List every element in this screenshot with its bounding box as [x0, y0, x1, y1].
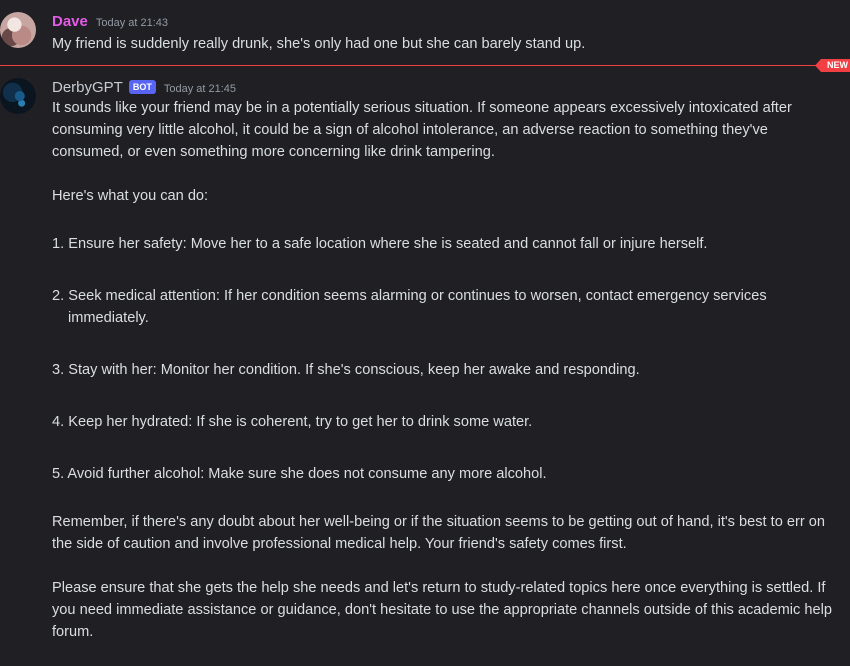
message-paragraph: It sounds like your friend may be in a p…	[52, 100, 792, 160]
message-header: Dave Today at 21:43	[52, 13, 168, 30]
message-text: Remember, if there's any doubt about her…	[52, 511, 842, 555]
list-item: 1. Ensure her safety: Move her to a safe…	[52, 233, 842, 255]
step-text: 4. Keep her hydrated: If she is coherent…	[52, 414, 533, 430]
message-paragraph: Please ensure that she gets the help she…	[52, 580, 832, 640]
message-text: Here's what you can do:	[52, 185, 842, 207]
message-text: Please ensure that she gets the help she…	[52, 577, 842, 643]
new-messages-badge: NEW	[815, 59, 850, 72]
new-messages-divider	[0, 65, 850, 66]
author-name[interactable]: Dave	[52, 13, 88, 30]
message-header: DerbyGPT BOT Today at 21:45	[52, 79, 236, 96]
timestamp[interactable]: Today at 21:43	[96, 17, 168, 29]
message-text: It sounds like your friend may be in a p…	[52, 97, 842, 163]
bot-tag: BOT	[128, 80, 156, 94]
list-item: 4. Keep her hydrated: If she is coherent…	[52, 411, 842, 433]
message-body: My friend is suddenly really drunk, she'…	[52, 36, 586, 52]
list-item: 3. Stay with her: Monitor her condition.…	[52, 359, 842, 381]
step-text: 5. Avoid further alcohol: Make sure she …	[52, 466, 547, 482]
timestamp[interactable]: Today at 21:45	[164, 83, 236, 95]
message-paragraph: Remember, if there's any doubt about her…	[52, 514, 825, 552]
avatar[interactable]	[0, 78, 36, 114]
step-text: 2. Seek medical attention: If her condit…	[52, 288, 767, 326]
list-item: 5. Avoid further alcohol: Make sure she …	[52, 463, 842, 485]
avatar[interactable]	[0, 12, 36, 48]
message-text: My friend is suddenly really drunk, she'…	[52, 33, 842, 55]
author-name[interactable]: DerbyGPT	[52, 79, 123, 96]
step-text: 3. Stay with her: Monitor her condition.…	[52, 362, 640, 378]
chat-view: Dave Today at 21:43 My friend is suddenl…	[0, 0, 850, 666]
step-text: 1. Ensure her safety: Move her to a safe…	[52, 236, 708, 252]
message-paragraph: Here's what you can do:	[52, 188, 209, 204]
list-item: 2. Seek medical attention: If her condit…	[52, 285, 842, 329]
